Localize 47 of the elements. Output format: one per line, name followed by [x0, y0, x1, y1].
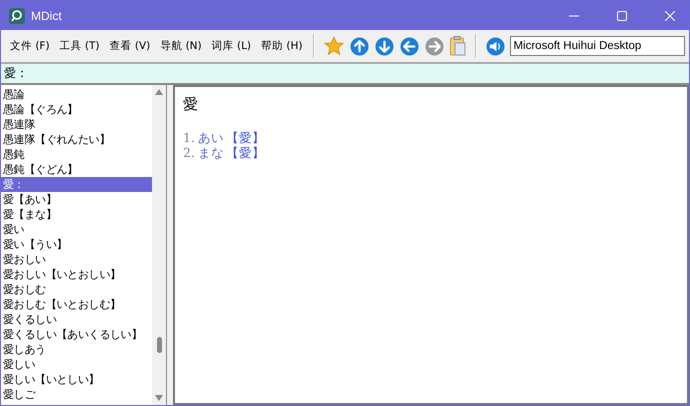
menu-item[interactable]: 词库 (L): [206, 39, 256, 53]
word-list-item[interactable]: 愚論【ぐろん】: [1, 102, 152, 117]
word-list-item[interactable]: 愚鈍【ぐどん】: [1, 162, 152, 177]
word-list-item[interactable]: 愛：: [1, 177, 152, 192]
word-list-item[interactable]: 愛おしい: [1, 252, 152, 267]
window-title: MDict: [31, 8, 62, 22]
scroll-thumb[interactable]: [156, 337, 162, 353]
word-list-item[interactable]: 愚連隊【ぐれんたい】: [1, 132, 152, 147]
menu-item[interactable]: 导航 (N): [155, 39, 207, 53]
word-list-item[interactable]: 愛おしい【いとおしい】: [1, 267, 152, 282]
app-icon: [9, 8, 25, 24]
word-list-item[interactable]: 愛おしむ【いとおしむ】: [1, 297, 152, 312]
word-list-item[interactable]: 愛くるしい【あいくるしい】: [1, 327, 152, 342]
word-list-item[interactable]: 愛【まな】: [1, 207, 152, 222]
search-field[interactable]: 愛：: [1, 64, 689, 85]
clipboard-icon[interactable]: [450, 36, 466, 56]
menu-item[interactable]: 帮助 (H): [256, 39, 308, 53]
speaker-icon[interactable]: [486, 36, 506, 56]
menu-item[interactable]: 工具 (T): [54, 39, 105, 53]
word-list-item[interactable]: 愛【あい】: [1, 192, 152, 207]
entry-reading: あい: [198, 130, 224, 145]
scrollbar[interactable]: [152, 85, 166, 405]
scroll-down-icon[interactable]: [155, 395, 163, 401]
maximize-icon[interactable]: [617, 10, 627, 20]
word-list-item[interactable]: 愛い【うい】: [1, 237, 152, 252]
close-icon[interactable]: [665, 10, 675, 20]
scroll-up-icon[interactable]: [155, 89, 163, 95]
entry-reading: まな: [198, 145, 224, 160]
menu-item[interactable]: 文件 (F): [5, 39, 55, 53]
word-list-item[interactable]: 愚連隊: [1, 117, 152, 132]
word-list-item[interactable]: 愛い: [1, 222, 152, 237]
entry-number: 2.: [183, 145, 195, 160]
voice-field[interactable]: Microsoft Huihui Desktop: [510, 36, 685, 56]
word-list-item[interactable]: 愛しい: [1, 357, 152, 372]
entry-number: 1.: [183, 130, 195, 145]
menu-item[interactable]: 查看 (V): [104, 39, 156, 53]
word-list-item[interactable]: 愚鈍: [1, 147, 152, 162]
word-list-item[interactable]: 愛おしむ: [1, 282, 152, 297]
word-list-item[interactable]: 愚論: [1, 87, 152, 102]
word-list-item[interactable]: 愛くるしい: [1, 312, 152, 327]
entry-link[interactable]: 【愛】: [226, 145, 265, 160]
word-list-item[interactable]: 愛しい【いとしい】: [1, 372, 152, 387]
headword: 愛: [183, 95, 199, 114]
star-icon[interactable]: [324, 36, 344, 56]
entry-link[interactable]: 【愛】: [226, 130, 265, 145]
word-list-item[interactable]: 愛しご: [1, 387, 152, 402]
word-list-item[interactable]: 愛しあう: [1, 342, 152, 357]
